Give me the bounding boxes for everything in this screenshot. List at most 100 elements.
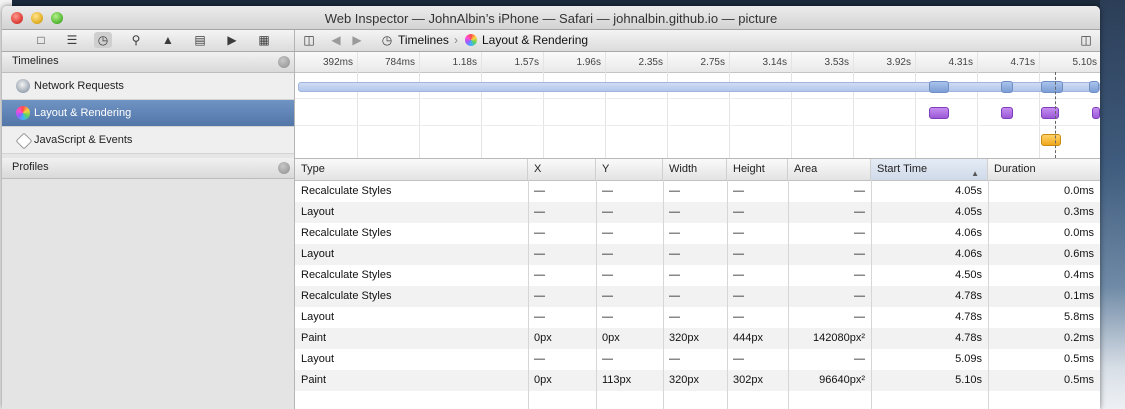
cell-area: —	[854, 353, 865, 365]
column-area[interactable]: Area	[788, 159, 871, 180]
issues-icon[interactable]: ▲	[159, 32, 177, 48]
cell-type: Paint	[301, 332, 327, 344]
toggle-sidebar-icon[interactable]: ◫	[300, 32, 318, 48]
column-y[interactable]: Y	[596, 159, 663, 180]
table-row[interactable]: Layout — — — — — 4.78s 5.8ms	[295, 307, 1100, 328]
timeline-tick-label: 3.53s	[824, 57, 849, 68]
layout-rendering-icon	[465, 34, 477, 46]
timeline-tick-label: 1.96s	[576, 57, 601, 68]
cell-duration: 0.3ms	[1064, 206, 1094, 218]
layout-bar[interactable]	[929, 107, 949, 119]
timelines-section-header[interactable]: Timelines	[2, 52, 294, 73]
profile-record-button[interactable]	[278, 162, 290, 174]
records-table: Type X Y Width Height Area Start Time ▲ …	[295, 158, 1100, 409]
table-row[interactable]: Paint 0px 0px 320px 444px 142080px² 4.78s 0.2ms	[295, 328, 1100, 349]
timeline-overview[interactable]: 392ms 784ms 1.18s 1.57s 1.96s 2.35s 2.75s 3.14s…	[295, 52, 1100, 158]
back-icon[interactable]: ◀	[327, 32, 345, 48]
cell-area: —	[854, 206, 865, 218]
column-divider	[871, 180, 872, 409]
cell-start-time: 4.06s	[955, 227, 982, 239]
column-width[interactable]: Width	[663, 159, 727, 180]
console-icon[interactable]: ▦	[255, 32, 273, 48]
breadcrumb-layout-rendering[interactable]: Layout & Rendering	[482, 33, 588, 47]
forward-icon[interactable]: ▶	[348, 32, 366, 48]
layout-bar[interactable]	[1001, 107, 1013, 119]
table-row[interactable]: Recalculate Styles — — — — — 4.78s 0.1ms	[295, 286, 1100, 307]
cell-y: —	[602, 227, 613, 239]
cell-height: —	[733, 206, 744, 218]
cell-start-time: 4.78s	[955, 311, 982, 323]
network-bar[interactable]	[929, 81, 949, 93]
cell-start-time: 4.50s	[955, 269, 982, 281]
cell-duration: 0.4ms	[1064, 269, 1094, 281]
cell-start-time: 5.09s	[955, 353, 982, 365]
cell-duration: 0.1ms	[1064, 290, 1094, 302]
cell-width: 320px	[669, 332, 699, 344]
sidebar-item-layout-rendering[interactable]: Layout & Rendering	[2, 100, 294, 127]
javascript-bar[interactable]	[1041, 134, 1061, 146]
timeline-tick-label: 392ms	[322, 57, 353, 68]
cell-start-time: 5.10s	[955, 374, 982, 386]
table-row[interactable]: Layout — — — — — 5.09s 0.5ms	[295, 349, 1100, 370]
table-header: Type X Y Width Height Area Start Time ▲ …	[295, 159, 1100, 181]
title-bar[interactable]: Web Inspector — JohnAlbin’s iPhone — Saf…	[2, 6, 1100, 30]
cell-area: —	[854, 227, 865, 239]
search-icon[interactable]: ⚲	[127, 32, 145, 48]
cell-type: Layout	[301, 311, 335, 323]
network-bar[interactable]	[1041, 81, 1063, 93]
toggle-details-icon[interactable]: ◫	[1077, 32, 1095, 48]
cell-area: —	[854, 248, 865, 260]
table-row[interactable]: Layout — — — — — 4.06s 0.6ms	[295, 244, 1100, 265]
cell-type: Recalculate Styles	[301, 290, 392, 302]
network-bar[interactable]	[298, 82, 1100, 92]
column-height[interactable]: Height	[727, 159, 788, 180]
column-x[interactable]: X	[528, 159, 596, 180]
cell-y: —	[602, 248, 613, 260]
debugger-icon[interactable]: ▤	[191, 32, 209, 48]
breadcrumb-separator-icon: ›	[454, 33, 458, 47]
cell-duration: 0.0ms	[1064, 227, 1094, 239]
resources-icon[interactable]: □	[32, 32, 50, 48]
cell-width: —	[669, 227, 680, 239]
network-track	[295, 72, 1100, 99]
record-button[interactable]	[278, 56, 290, 68]
network-bar[interactable]	[1089, 81, 1099, 93]
table-row[interactable]: Layout — — — — — 4.05s 0.3ms	[295, 202, 1100, 223]
sidebar-item-network-requests[interactable]: Network Requests	[2, 73, 294, 100]
cell-area: —	[854, 311, 865, 323]
cell-x: —	[534, 248, 545, 260]
table-row[interactable]: Recalculate Styles — — — — — 4.06s 0.0ms	[295, 223, 1100, 244]
cell-type: Layout	[301, 353, 335, 365]
cell-start-time: 4.05s	[955, 185, 982, 197]
column-divider	[988, 180, 989, 409]
breadcrumb-timelines[interactable]: Timelines	[398, 33, 449, 47]
column-start-time[interactable]: Start Time ▲	[871, 159, 988, 180]
storage-icon[interactable]: ☰	[63, 32, 81, 48]
cell-x: —	[534, 311, 545, 323]
cell-height: —	[733, 185, 744, 197]
layout-bar[interactable]	[1092, 107, 1100, 119]
table-row[interactable]: Recalculate Styles — — — — — 4.05s 0.0ms	[295, 181, 1100, 202]
cell-height: —	[733, 353, 744, 365]
table-row[interactable]: Paint 0px 113px 320px 302px 96640px² 5.10s 0.5m…	[295, 370, 1100, 391]
timeline-tick-label: 4.31s	[948, 57, 973, 68]
cell-height: —	[733, 269, 744, 281]
column-type[interactable]: Type	[295, 159, 528, 180]
profiles-section-header[interactable]: Profiles	[2, 158, 294, 179]
sidebar-item-javascript-events[interactable]: JavaScript & Events	[2, 127, 294, 154]
cell-height: 302px	[733, 374, 763, 386]
desktop-background	[1100, 0, 1125, 409]
table-row[interactable]: Recalculate Styles — — — — — 4.50s 0.4ms	[295, 265, 1100, 286]
current-time-marker	[1055, 72, 1056, 158]
cell-duration: 0.5ms	[1064, 374, 1094, 386]
cell-y: —	[602, 185, 613, 197]
layout-bar[interactable]	[1041, 107, 1059, 119]
cell-y: —	[602, 353, 613, 365]
timelines-icon[interactable]: ◷	[94, 32, 112, 48]
cell-start-time: 4.06s	[955, 248, 982, 260]
column-duration[interactable]: Duration	[988, 159, 1100, 180]
log-icon[interactable]: ▶	[223, 32, 241, 48]
network-bar[interactable]	[1001, 81, 1013, 93]
javascript-events-icon	[15, 132, 33, 150]
timeline-tick-label: 1.18s	[452, 57, 477, 68]
